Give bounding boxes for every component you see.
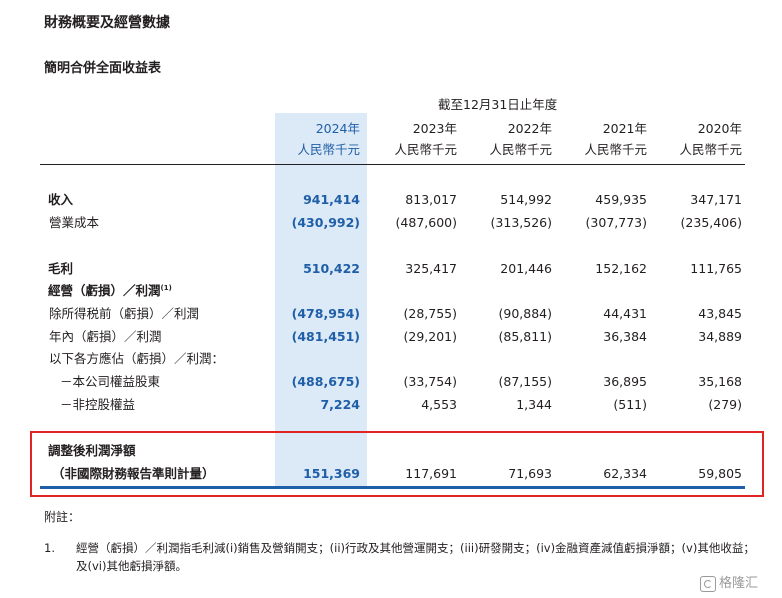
notes-header: 附註： (44, 510, 81, 524)
cell-2022: (87,155) (498, 374, 553, 389)
cell-2020: 35,168 (698, 374, 742, 389)
column-year: 2021年 (602, 121, 647, 136)
cell-2021: 36,895 (603, 374, 647, 389)
watermark-text: 格隆汇 (719, 576, 759, 591)
row-label: 營業成本 (49, 215, 100, 230)
table-row-gross-profit: 毛利 510,422 325,417 201,446 152,162 111,7… (0, 258, 782, 280)
cell-2022: (90,884) (498, 306, 553, 321)
cell-2022: (313,526) (490, 215, 552, 230)
page-title: 財務概要及經營數據 (44, 15, 170, 31)
cell-2021: (511) (613, 397, 647, 412)
table-row-attributable-header: 以下各方應佔（虧損）／利潤： (0, 348, 782, 370)
cell-2024: 510,422 (303, 261, 360, 276)
footnote-text: 經營（虧損）／利潤指毛利減(i)銷售及營銷開支；(ii)行政及其他營運開支；(i… (76, 541, 755, 573)
cell-2020: (279) (708, 397, 742, 412)
row-label: 年內（虧損）／利潤 (49, 329, 162, 344)
cell-2020: 111,765 (690, 261, 742, 276)
table-row-pretax: 除所得税前（虧損）／利潤 (478,954) (28,755) (90,884)… (0, 303, 782, 325)
gelonghui-logo-icon (700, 575, 716, 592)
cell-2021: 36,384 (603, 329, 647, 344)
cell-2023: 325,417 (405, 261, 457, 276)
row-label: 以下各方應佔（虧損）／利潤： (49, 351, 225, 366)
cell-2024: 7,224 (320, 397, 360, 412)
cell-2024: (481,451) (291, 329, 360, 344)
cell-2020: (235,406) (680, 215, 742, 230)
column-header-2023: 2023年 人民幣千元 (347, 118, 457, 160)
watermark: 格隆汇 (700, 572, 758, 592)
cell-2022: (85,811) (498, 329, 553, 344)
row-label: －非控股權益 (60, 397, 136, 412)
footnote-number: 1. (44, 541, 55, 555)
table-subtitle: 簡明合併全面收益表 (44, 61, 162, 76)
cell-2024: (478,954) (291, 306, 360, 321)
cell-2020: 43,845 (698, 306, 742, 321)
cell-2023: (33,754) (403, 374, 458, 389)
column-unit: 人民幣千元 (584, 142, 647, 157)
period-header: 截至12月31日止年度 (438, 97, 558, 112)
column-unit: 人民幣千元 (394, 142, 457, 157)
cell-2023: (487,600) (395, 215, 457, 230)
table-header-rule (40, 164, 745, 165)
table-row-revenue: 收入 941,414 813,017 514,992 459,935 347,1… (0, 189, 782, 211)
cell-2022: 1,344 (516, 397, 552, 412)
footnote-marker: (1) (160, 283, 172, 292)
table-row-operating-result: 經營（虧損）／利潤(1) (0, 280, 782, 302)
row-label: 收入 (48, 192, 74, 207)
cell-2023: 813,017 (405, 192, 457, 207)
row-label: －本公司權益股東 (60, 374, 161, 389)
column-year: 2020年 (697, 121, 742, 136)
cell-2020: 34,889 (698, 329, 742, 344)
row-label: 經營（虧損）／利潤(1) (48, 283, 172, 298)
column-year: 2022年 (507, 121, 552, 136)
cell-2024: 941,414 (303, 192, 360, 207)
cell-2024: (488,675) (291, 374, 360, 389)
cell-2022: 514,992 (500, 192, 552, 207)
cell-2020: 347,171 (690, 192, 742, 207)
cell-2023: 4,553 (421, 397, 457, 412)
column-year: 2023年 (412, 121, 457, 136)
column-header-2020: 2020年 人民幣千元 (632, 118, 742, 160)
table-row-net-result: 年內（虧損）／利潤 (481,451) (29,201) (85,811) 36… (0, 326, 782, 348)
column-unit: 人民幣千元 (679, 142, 742, 157)
column-year: 2024年 (315, 121, 360, 136)
table-row-non-controlling: －非控股權益 7,224 4,553 1,344 (511) (279) (0, 394, 782, 416)
cell-2021: (307,773) (585, 215, 647, 230)
cell-2021: 44,431 (603, 306, 647, 321)
cell-2021: 459,935 (595, 192, 647, 207)
column-header-2022: 2022年 人民幣千元 (442, 118, 552, 160)
column-unit: 人民幣千元 (297, 142, 360, 157)
column-header-2024: 2024年 人民幣千元 (250, 118, 360, 160)
annotation-highlight-box (30, 431, 764, 497)
cell-2023: (28,755) (403, 306, 458, 321)
table-row-equity-holders: －本公司權益股東 (488,675) (33,754) (87,155) 36,… (0, 371, 782, 393)
column-unit: 人民幣千元 (489, 142, 552, 157)
cell-2022: 201,446 (500, 261, 552, 276)
cell-2024: (430,992) (291, 215, 360, 230)
row-label: 毛利 (48, 261, 74, 276)
cell-2021: 152,162 (595, 261, 647, 276)
table-row-cost-of-sales: 營業成本 (430,992) (487,600) (313,526) (307,… (0, 212, 782, 234)
column-header-2021: 2021年 人民幣千元 (537, 118, 647, 160)
cell-2023: (29,201) (403, 329, 458, 344)
row-label: 除所得税前（虧損）／利潤 (49, 306, 200, 321)
